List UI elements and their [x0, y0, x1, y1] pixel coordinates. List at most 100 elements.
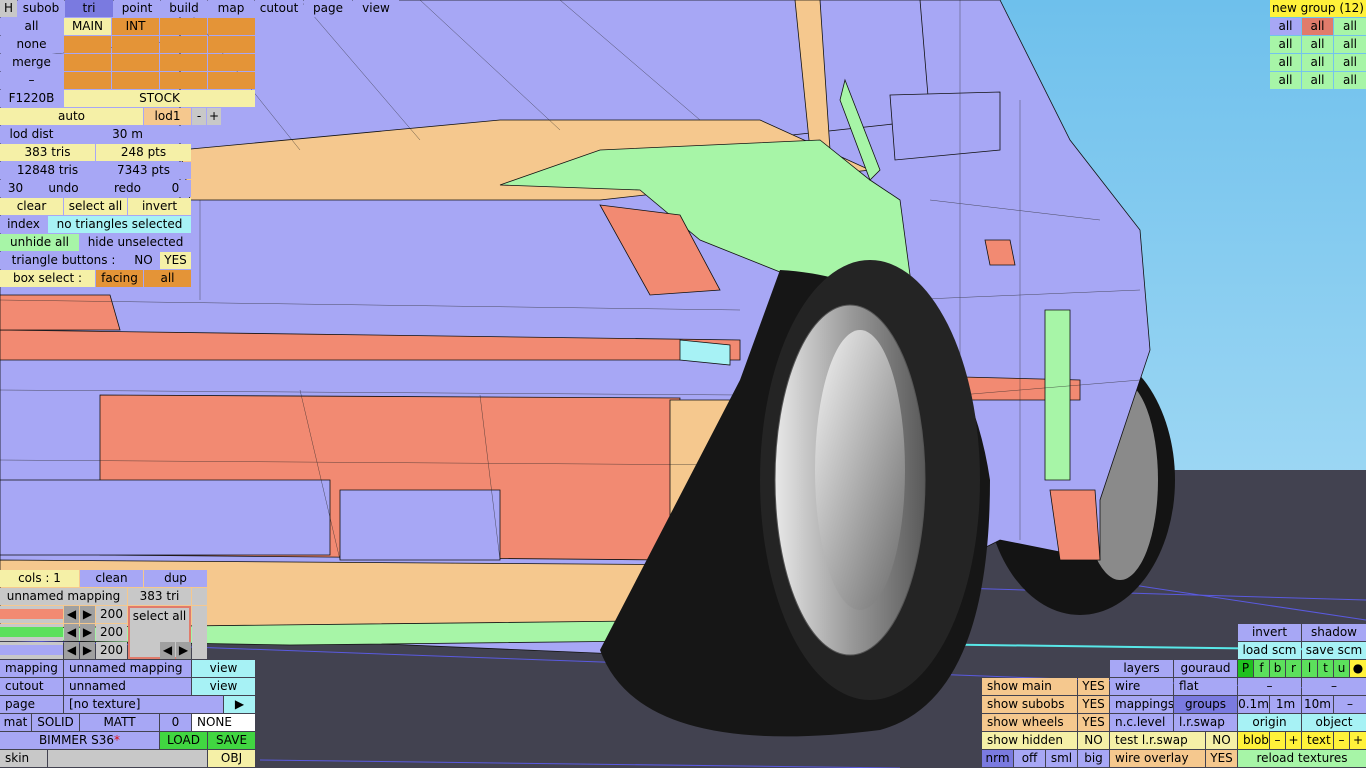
- mat-number[interactable]: 0: [160, 714, 191, 731]
- group-cell[interactable]: all: [1270, 72, 1301, 89]
- green-value[interactable]: 200: [96, 624, 127, 641]
- blue-value[interactable]: 200: [96, 642, 127, 659]
- flag-f[interactable]: f: [1254, 660, 1269, 677]
- blob-plus[interactable]: +: [1286, 732, 1301, 749]
- flag-p[interactable]: P: [1238, 660, 1253, 677]
- page-next-button[interactable]: ▶: [224, 696, 255, 713]
- dist-10m-button[interactable]: 10m: [1302, 696, 1333, 713]
- red-slider[interactable]: [0, 606, 63, 623]
- shadow-button[interactable]: shadow: [1302, 624, 1366, 641]
- show-main-toggle[interactable]: YES: [1078, 678, 1109, 695]
- tab-page[interactable]: page: [304, 0, 352, 17]
- grid-cell[interactable]: [64, 72, 111, 89]
- preview-right-arrow[interactable]: ▶: [176, 642, 191, 659]
- flag-u[interactable]: u: [1334, 660, 1349, 677]
- tab-build[interactable]: build: [161, 0, 207, 17]
- green-right-arrow[interactable]: ▶: [80, 624, 95, 641]
- group-cell[interactable]: all: [1334, 36, 1366, 53]
- show-subobs-toggle[interactable]: YES: [1078, 696, 1109, 713]
- dup-button[interactable]: dup: [144, 570, 207, 587]
- car-name[interactable]: BIMMER S36*: [0, 732, 159, 749]
- flag-t[interactable]: t: [1318, 660, 1333, 677]
- grid-cell[interactable]: [64, 54, 111, 71]
- show-wheels-toggle[interactable]: YES: [1078, 714, 1109, 731]
- unhide-all-button[interactable]: unhide all: [0, 234, 79, 251]
- cutout-view-button[interactable]: view: [192, 678, 255, 695]
- matt-button[interactable]: MATT: [80, 714, 159, 731]
- dash-button[interactable]: –: [1302, 678, 1366, 695]
- grid-cell[interactable]: [208, 54, 255, 71]
- group-cell[interactable]: all: [1270, 36, 1301, 53]
- redo-button[interactable]: redo: [96, 180, 159, 197]
- load-scm-button[interactable]: load scm: [1238, 642, 1301, 659]
- mapping-name[interactable]: unnamed mapping: [0, 588, 127, 605]
- obj-button[interactable]: OBJ: [208, 750, 255, 767]
- flat-button[interactable]: flat: [1174, 678, 1237, 695]
- sml-button[interactable]: sml: [1046, 750, 1077, 767]
- wire-overlay-toggle[interactable]: YES: [1206, 750, 1237, 767]
- select-all-button[interactable]: all: [0, 18, 63, 35]
- dash-button[interactable]: –: [0, 72, 63, 89]
- dist-01m-button[interactable]: 0.1m: [1238, 696, 1269, 713]
- clean-button[interactable]: clean: [80, 570, 143, 587]
- grid-cell[interactable]: [160, 18, 207, 35]
- test-lr-swap-toggle[interactable]: NO: [1206, 732, 1237, 749]
- green-left-arrow[interactable]: ◀: [64, 624, 79, 641]
- blue-slider[interactable]: [0, 642, 63, 659]
- select-none-button[interactable]: none: [0, 36, 63, 53]
- solid-button[interactable]: SOLID: [32, 714, 79, 731]
- group-cell[interactable]: all: [1334, 18, 1366, 35]
- text-minus[interactable]: –: [1334, 732, 1349, 749]
- lr-swap-button[interactable]: l.r.swap: [1174, 714, 1237, 731]
- model-variant[interactable]: STOCK: [64, 90, 255, 107]
- tab-view[interactable]: view: [353, 0, 399, 17]
- group-cell[interactable]: all: [1270, 54, 1301, 71]
- triangle-buttons-yes[interactable]: YES: [160, 252, 191, 269]
- model-code[interactable]: F1220B: [0, 90, 63, 107]
- grid-cell[interactable]: [64, 36, 111, 53]
- invert-selection-button[interactable]: invert: [128, 198, 191, 215]
- object-button[interactable]: object: [1302, 714, 1366, 731]
- group-cell[interactable]: all: [1302, 72, 1333, 89]
- tab-map[interactable]: map: [208, 0, 254, 17]
- mapping-view-button[interactable]: view: [192, 660, 255, 677]
- save-scm-button[interactable]: save scm: [1302, 642, 1366, 659]
- groups-button[interactable]: groups: [1174, 696, 1237, 713]
- text-plus[interactable]: +: [1350, 732, 1366, 749]
- index-button[interactable]: index: [0, 216, 47, 233]
- grid-cell[interactable]: [160, 54, 207, 71]
- hide-unselected-button[interactable]: hide unselected: [80, 234, 191, 251]
- select-all-colors[interactable]: select all: [133, 609, 187, 623]
- load-button[interactable]: LOAD: [160, 732, 207, 749]
- flag-l[interactable]: l: [1302, 660, 1317, 677]
- flag-dot-icon[interactable]: ●: [1350, 660, 1366, 677]
- triangle-buttons-no[interactable]: NO: [128, 252, 159, 269]
- int-column-header[interactable]: INT: [112, 18, 159, 35]
- box-select-facing[interactable]: facing: [96, 270, 143, 287]
- nc-level-button[interactable]: n.c.level: [1110, 714, 1173, 731]
- red-left-arrow[interactable]: ◀: [64, 606, 79, 623]
- lod-dist-value[interactable]: 30 m: [64, 126, 191, 143]
- select-all-tris-button[interactable]: select all: [64, 198, 127, 215]
- blob-minus[interactable]: –: [1270, 732, 1285, 749]
- mat-none[interactable]: NONE: [192, 714, 255, 731]
- box-select-all[interactable]: all: [144, 270, 191, 287]
- grid-cell[interactable]: [208, 18, 255, 35]
- page-value[interactable]: [no texture]: [64, 696, 223, 713]
- grid-cell[interactable]: [112, 36, 159, 53]
- nrm-button[interactable]: nrm: [982, 750, 1013, 767]
- preview-left-arrow[interactable]: ◀: [160, 642, 175, 659]
- group-cell[interactable]: all: [1270, 18, 1301, 35]
- dash-button[interactable]: –: [1238, 678, 1301, 695]
- cols-label[interactable]: cols : 1: [0, 570, 79, 587]
- save-button[interactable]: SAVE: [208, 732, 255, 749]
- tab-tri[interactable]: tri: [65, 0, 113, 17]
- merge-button[interactable]: merge: [0, 54, 63, 71]
- flag-b[interactable]: b: [1270, 660, 1285, 677]
- color-scroll[interactable]: [192, 606, 207, 659]
- layers-button[interactable]: layers: [1110, 660, 1173, 677]
- group-title[interactable]: new group (12): [1270, 0, 1366, 17]
- group-cell[interactable]: all: [1302, 18, 1333, 35]
- group-cell[interactable]: all: [1334, 54, 1366, 71]
- big-button[interactable]: big: [1078, 750, 1109, 767]
